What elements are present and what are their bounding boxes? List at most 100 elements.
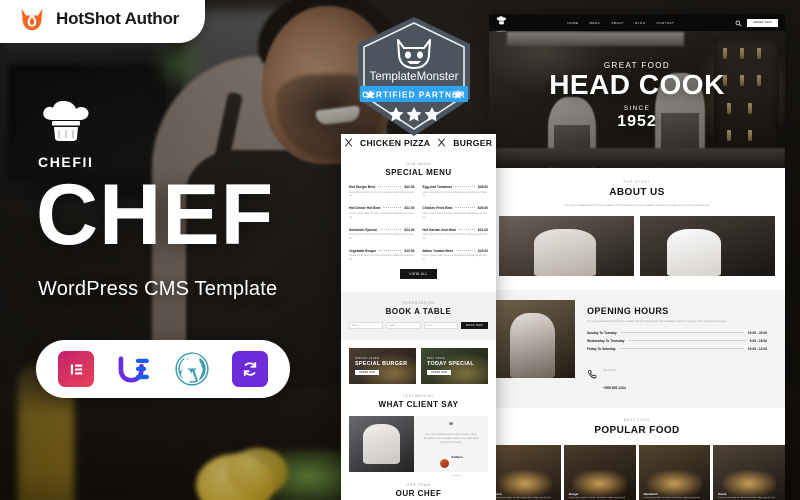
- book-a-table-section: Reservation BOOK A TABLE Name Date Time …: [341, 292, 496, 340]
- hours-time: 10:00 - 12:00: [747, 346, 767, 351]
- dot-leader: [458, 228, 475, 230]
- booking-name-input[interactable]: Name: [349, 322, 384, 329]
- food-card-burger[interactable]: Burger Lorem ipsum dolor sit amet consec…: [563, 444, 636, 500]
- hero-content: GREAT FOOD HEAD COOK SINCE 1952: [489, 14, 785, 168]
- dot-leader: [620, 331, 744, 333]
- booking-date-input[interactable]: Date: [386, 322, 421, 329]
- menu-item-price: $23.00: [477, 248, 488, 253]
- promo-card-today-special[interactable]: BEST PRICE TODAY SPECIAL ORDER NOW: [421, 348, 488, 384]
- booking-form: Name Date Time BOOK NOW: [349, 322, 488, 329]
- hours-day: Wednesday To Thursday: [587, 338, 625, 343]
- site-logo[interactable]: CHEFII: [496, 14, 507, 33]
- about-image-right: [640, 216, 775, 277]
- hours-day: Sunday To Tuesday: [587, 330, 617, 335]
- section-eyebrow: Our Team: [406, 483, 431, 487]
- opening-hours-row: Friday To Saturday 10:00 - 12:00: [587, 347, 767, 351]
- testimonial-photo: [349, 416, 415, 472]
- menu-item[interactable]: Red Burger Best $30.00 Lorem ipsum dolor …: [349, 185, 415, 198]
- food-card-pasta[interactable]: Pasta Lorem ipsum dolor sit amet consect…: [713, 444, 785, 500]
- certified-brand: TemplateMonster: [370, 70, 459, 83]
- about-image-left: [499, 216, 634, 277]
- hours-day: Friday To Saturday: [587, 346, 616, 351]
- popular-food-grid: Pizza Lorem ipsum dolor sit amet consect…: [489, 444, 785, 500]
- menu-item-name: Hot Dinner Hot Best: [349, 206, 381, 211]
- booking-submit-button[interactable]: BOOK NOW: [461, 322, 488, 329]
- section-eyebrow: Reservation: [402, 301, 435, 305]
- testimonial-text: It is a long established fact that a rea…: [423, 433, 479, 445]
- template-preview-middle[interactable]: CHICKEN PIZZA BURGER FRESH Our Menu SPEC…: [341, 134, 496, 500]
- hotshot-author-label: HotShot Author: [56, 9, 180, 28]
- booking-time-input[interactable]: Time: [423, 322, 459, 329]
- menu-item-desc: Lorem ipsum dolor sit amet consectetur a…: [422, 190, 487, 198]
- menu-item-price: $26.00: [477, 206, 488, 211]
- flame-cat-icon: [18, 6, 46, 32]
- menu-grid: Red Burger Best $30.00 Lorem ipsum dolor …: [349, 185, 488, 262]
- nav-links: HOME MENU ABOUT BLOG CONTACT: [568, 21, 675, 25]
- call-label: Call Anytime: [603, 368, 617, 372]
- menu-item[interactable]: Egg And Tomatoes $28.00 Lorem ipsum dolor…: [423, 185, 489, 198]
- menu-item-price: $28.00: [477, 185, 488, 189]
- menu-item[interactable]: Chicken Fried Best $26.00 Lorem ipsum dol…: [423, 206, 489, 219]
- testimonial-card: ” It is a long established fact that a r…: [349, 416, 488, 477]
- testimonials-section: Testimonial WHAT CLIENT SAY ” It is a lo…: [341, 384, 496, 477]
- menu-item[interactable]: Sandwich Special $24.00 Lorem ipsum dolor…: [349, 228, 415, 241]
- nav-link-menu[interactable]: MENU: [590, 21, 601, 25]
- template-preview-right[interactable]: CHEFII HOME MENU ABOUT BLOG CONTACT ORDE…: [489, 14, 785, 500]
- testimonial-author: Kathleen Customer: [420, 445, 482, 481]
- promo-order-button[interactable]: ORDER NOW: [427, 369, 452, 376]
- opening-hours-row: Wednesday To Thursday 9:00 - 18:00: [587, 339, 767, 343]
- opening-hours-list: Sunday To Tuesday 10:00 - 20:00 Wednesda…: [587, 331, 767, 351]
- dot-leader: [378, 186, 402, 187]
- avatar: [439, 458, 449, 468]
- testimonial-body: ” It is a long established fact that a r…: [414, 416, 488, 477]
- about-us-section: Our Story ABOUT US It is a long establis…: [489, 168, 785, 208]
- section-eyebrow: Testimonial: [402, 394, 435, 398]
- dot-leader: [619, 347, 744, 349]
- wordpress-icon: [174, 351, 210, 387]
- promo-card-special-burger[interactable]: SPECIAL OFFER SPECIAL BURGER ORDER NOW: [349, 348, 416, 384]
- promo-order-button[interactable]: ORDER NOW: [355, 369, 380, 376]
- promo-title: TODAY SPECIAL: [427, 360, 474, 367]
- phone-number: +555 555 1234: [603, 385, 626, 390]
- menu-item[interactable]: Hot Garden And Meal $21.00 Lorem ipsum do…: [423, 228, 489, 241]
- dot-leader: [379, 228, 402, 230]
- special-menu-section: Our Menu SPECIAL MENU Red Burger Best $30…: [341, 151, 496, 288]
- menu-item-name: Egg And Tomatoes: [422, 185, 453, 189]
- order-now-button[interactable]: ORDER NOW: [746, 18, 778, 27]
- chef-hat-icon: [496, 14, 507, 30]
- menu-item-name: Vegetable Burger: [349, 248, 377, 253]
- food-card-pizza[interactable]: Pizza Lorem ipsum dolor sit amet consect…: [489, 444, 561, 500]
- menu-item[interactable]: Italian Tomato Best $23.00 Lorem ipsum do…: [423, 249, 489, 262]
- nav-link-about[interactable]: ABOUT: [611, 21, 624, 25]
- page-title: CHEF: [36, 167, 275, 263]
- testimonial-name: Kathleen: [451, 456, 463, 460]
- food-card-sandwich[interactable]: Sandwich Lorem ipsum dolor sit amet cons…: [638, 444, 711, 500]
- menu-item-name: Red Burger Best: [349, 185, 376, 189]
- menu-item-name: Chicken Fried Best: [422, 206, 453, 211]
- food-name: Pizza: [494, 492, 502, 497]
- chef-hat-icon: [39, 100, 93, 149]
- promo-title: SPECIAL BURGER: [355, 360, 408, 367]
- nav-link-contact[interactable]: CONTACT: [657, 21, 675, 25]
- promo-eyebrow: SPECIAL OFFER: [355, 356, 379, 360]
- page-subtitle: WordPress CMS Template: [38, 278, 278, 300]
- nav-link-home[interactable]: HOME: [568, 21, 579, 25]
- certified-partner-badge: TemplateMonster CERTIFIED PARTNER: [349, 14, 479, 139]
- dot-leader: [379, 249, 402, 251]
- elementor-icon: [58, 351, 94, 387]
- section-title: ABOUT US: [609, 187, 665, 198]
- menu-item[interactable]: Vegetable Burger $19.00 Lorem ipsum dolor…: [349, 249, 415, 262]
- call-block[interactable]: Call Anytime +555 555 1234: [587, 358, 767, 394]
- section-eyebrow: Best Food: [623, 417, 651, 422]
- menu-item-name: Hot Garden And Meal: [422, 227, 456, 232]
- view-all-menu-button[interactable]: VIEW ALL: [400, 269, 437, 279]
- plugin-badges: [36, 340, 290, 398]
- hotshot-author-badge: HotShot Author: [0, 0, 206, 43]
- nav-link-blog[interactable]: BLOG: [635, 21, 645, 25]
- quote-mark-icon: ”: [448, 421, 454, 431]
- search-icon[interactable]: [735, 14, 742, 32]
- section-title: SPECIAL MENU: [385, 168, 452, 177]
- hero-year: 1952: [617, 112, 657, 130]
- phone-icon: [587, 367, 598, 385]
- menu-item[interactable]: Hot Dinner Hot Best $32.00 Lorem ipsum do…: [349, 206, 415, 219]
